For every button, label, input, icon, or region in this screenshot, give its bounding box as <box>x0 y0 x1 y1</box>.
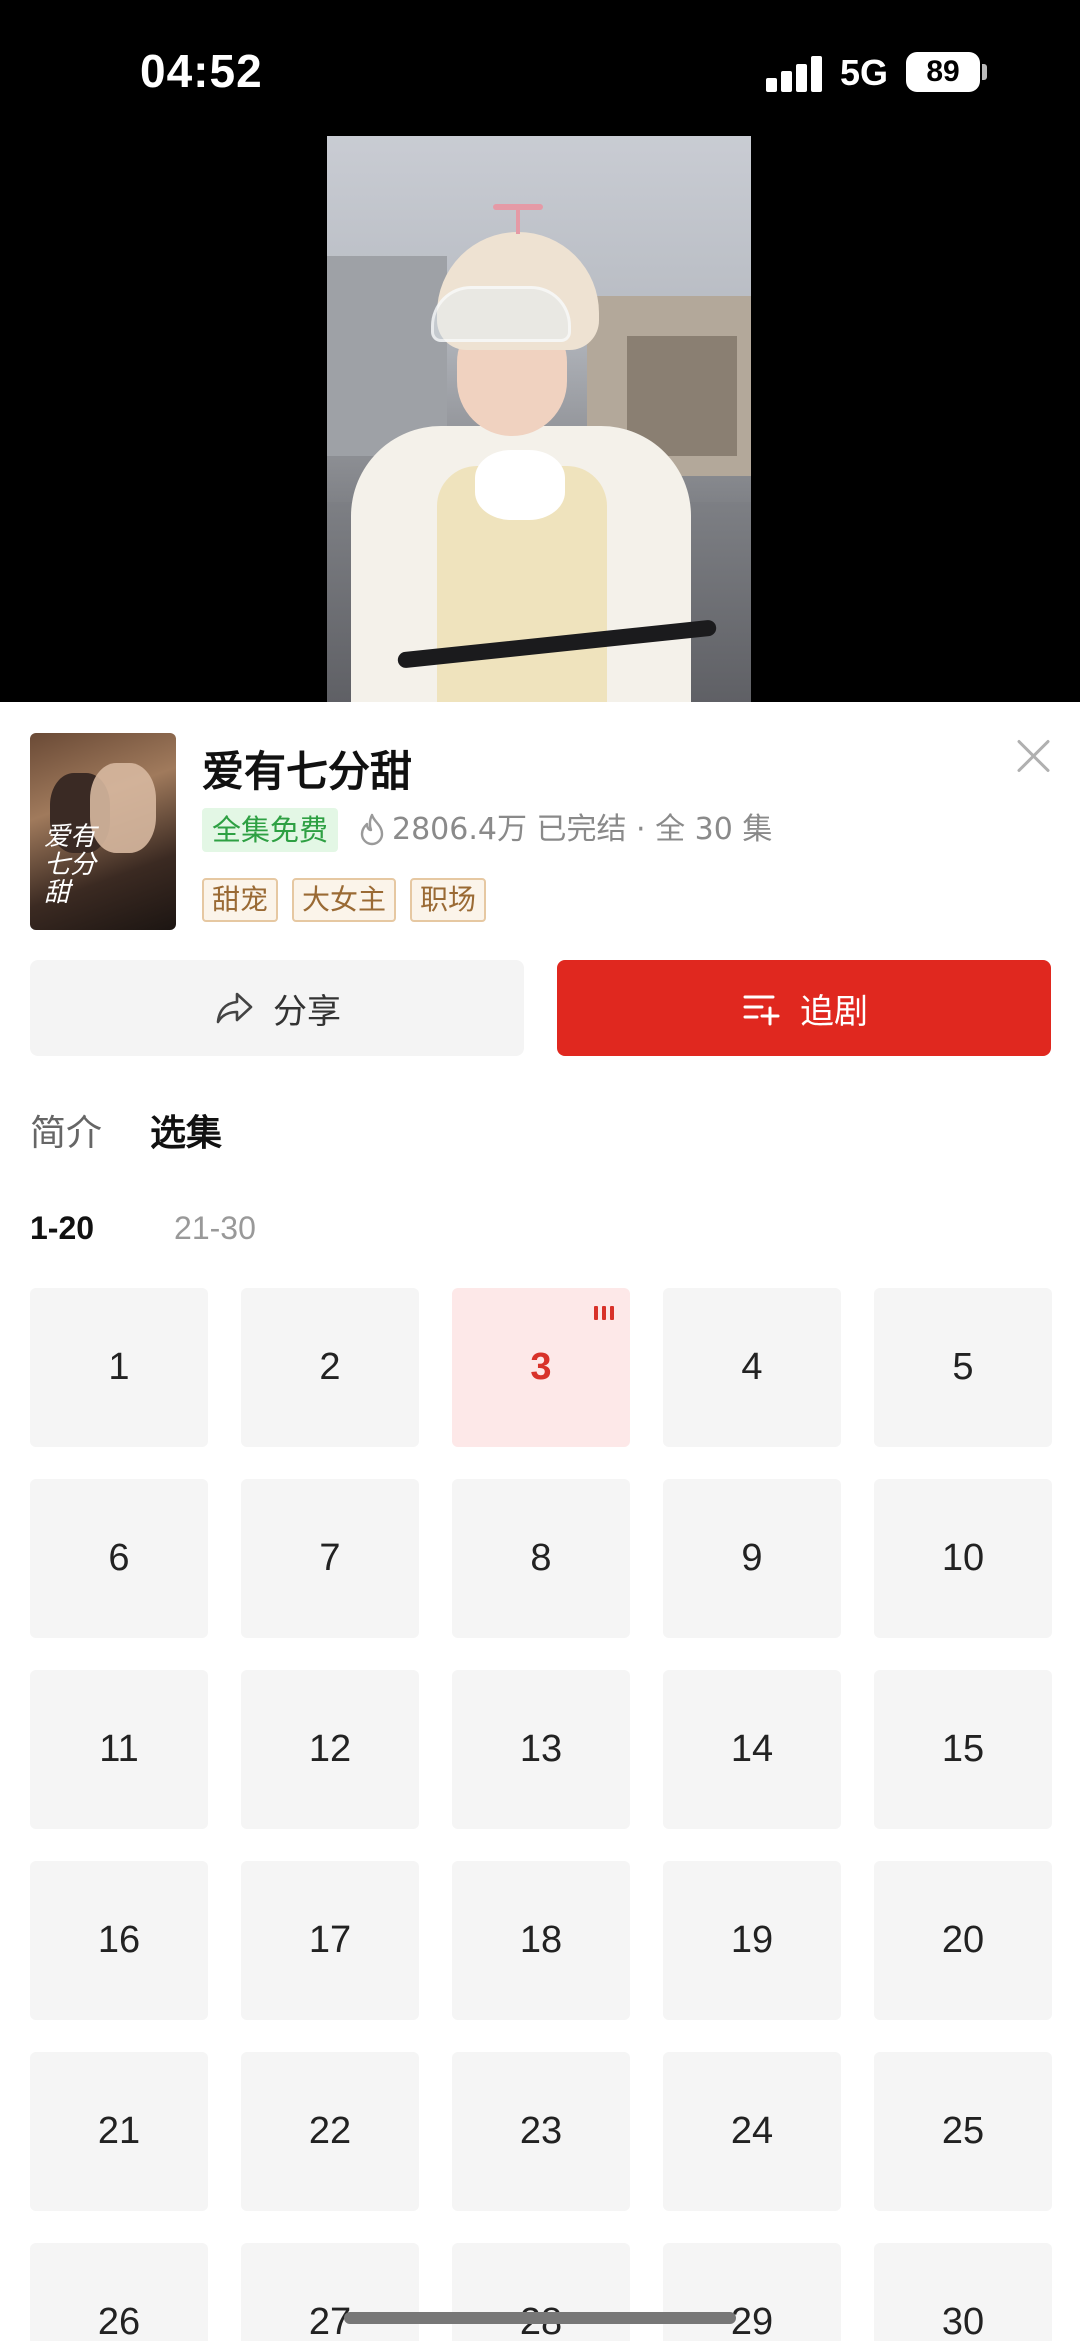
video-player[interactable]: 04:52 5G 89 <box>0 0 1080 702</box>
fire-icon <box>360 813 384 846</box>
episode-button[interactable]: 15 <box>874 1670 1052 1829</box>
episode-button[interactable]: 13 <box>452 1670 630 1829</box>
episode-button[interactable]: 1 <box>30 1288 208 1447</box>
tab-episodes[interactable]: 选集 <box>150 1104 222 1156</box>
drama-detail-sheet: 爱有七分甜 爱有七分甜 全集免费 2806.4万 已完结 · 全 30 集 甜宠… <box>0 702 1080 2341</box>
episode-button[interactable]: 17 <box>241 1861 419 2020</box>
episode-number: 13 <box>519 1728 563 1770</box>
episode-number: 17 <box>308 1919 352 1961</box>
episode-number: 30 <box>941 2301 985 2341</box>
tag-item[interactable]: 大女主 <box>292 878 397 922</box>
episode-button[interactable]: 6 <box>30 1479 208 1638</box>
episode-number: 24 <box>730 2110 774 2152</box>
tab-intro[interactable]: 简介 <box>30 1104 102 1156</box>
episode-number: 21 <box>97 2110 141 2152</box>
drama-title: 爱有七分甜 <box>202 747 413 796</box>
home-indicator[interactable] <box>344 2312 736 2324</box>
episode-button-current[interactable]: 3 <box>452 1288 630 1447</box>
battery-tip <box>982 64 987 80</box>
episode-button[interactable]: 30 <box>874 2243 1052 2341</box>
signal-icon <box>766 56 824 92</box>
battery-icon: 89 <box>906 52 980 92</box>
episode-button[interactable]: 16 <box>30 1861 208 2020</box>
episode-button[interactable]: 14 <box>663 1670 841 1829</box>
episode-button[interactable]: 27 <box>241 2243 419 2341</box>
episode-number: 5 <box>952 1346 974 1388</box>
episode-number: 11 <box>99 1728 139 1770</box>
episode-button[interactable]: 25 <box>874 2052 1052 2211</box>
episode-number: 15 <box>941 1728 985 1770</box>
episode-button[interactable]: 24 <box>663 2052 841 2211</box>
episode-number: 18 <box>519 1919 563 1961</box>
close-icon[interactable] <box>1010 732 1058 780</box>
episode-number: 22 <box>308 2110 352 2152</box>
share-label: 分享 <box>273 991 341 1032</box>
episode-number: 26 <box>97 2301 141 2341</box>
episode-button[interactable]: 29 <box>663 2243 841 2341</box>
episode-number: 10 <box>941 1537 985 1579</box>
episode-number: 1 <box>108 1346 130 1388</box>
episode-number: 16 <box>97 1919 141 1961</box>
share-arrow-icon <box>216 992 253 1024</box>
episode-button[interactable]: 26 <box>30 2243 208 2341</box>
tag-item[interactable]: 甜宠 <box>202 878 279 922</box>
episode-button[interactable]: 9 <box>663 1479 841 1638</box>
episode-button[interactable]: 2 <box>241 1288 419 1447</box>
range-tab[interactable]: 21-30 <box>174 1210 256 1247</box>
status-time: 04:52 <box>140 45 263 97</box>
episode-button[interactable]: 23 <box>452 2052 630 2211</box>
episode-number: 29 <box>730 2301 774 2341</box>
episode-number: 9 <box>741 1537 763 1579</box>
episode-number: 12 <box>308 1728 352 1770</box>
episode-number: 8 <box>530 1537 552 1579</box>
video-frame[interactable] <box>327 136 751 702</box>
tag-list: 甜宠 大女主 职场 <box>202 878 487 922</box>
episode-button[interactable]: 19 <box>663 1861 841 2020</box>
episode-number: 4 <box>741 1346 763 1388</box>
episode-button[interactable]: 7 <box>241 1479 419 1638</box>
episode-button[interactable]: 20 <box>874 1861 1052 2020</box>
free-badge: 全集免费 <box>202 808 339 852</box>
episode-button[interactable]: 21 <box>30 2052 208 2211</box>
poster-title: 爱有七分甜 <box>44 822 97 908</box>
episode-number: 20 <box>941 1919 985 1961</box>
episode-button[interactable]: 8 <box>452 1479 630 1638</box>
episode-button[interactable]: 22 <box>241 2052 419 2211</box>
follow-drama-button[interactable]: 追剧 <box>557 960 1051 1056</box>
episode-button[interactable]: 18 <box>452 1861 630 2020</box>
add-to-list-icon <box>743 995 780 1026</box>
episode-number: 25 <box>941 2110 985 2152</box>
episode-number: 7 <box>319 1537 341 1579</box>
episode-number: 14 <box>730 1728 774 1770</box>
detail-tabs: 简介 选集 <box>30 1104 222 1156</box>
episode-number: 6 <box>108 1537 130 1579</box>
episode-button[interactable]: 11 <box>30 1670 208 1829</box>
network-type: 5G <box>840 52 889 93</box>
episode-grid: 1 2 3 4 5 6 7 8 9 10 11 12 13 14 15 16 17 18 19 20 21 22 23 24 2… <box>30 1288 1052 2341</box>
episode-button[interactable]: 4 <box>663 1288 841 1447</box>
episode-button[interactable]: 5 <box>874 1288 1052 1447</box>
range-tab[interactable]: 1-20 <box>30 1210 94 1247</box>
tag-item[interactable]: 职场 <box>410 878 487 922</box>
episode-number: 3 <box>530 1346 552 1388</box>
episode-button[interactable]: 12 <box>241 1670 419 1829</box>
episode-range-tabs: 1-20 21-30 <box>30 1210 256 1247</box>
episode-number: 2 <box>319 1346 341 1388</box>
episode-button[interactable]: 28 <box>452 2243 630 2341</box>
episode-button[interactable]: 10 <box>874 1479 1052 1638</box>
status-bar: 04:52 5G 89 <box>0 0 1080 140</box>
drama-poster[interactable]: 爱有七分甜 <box>30 733 176 930</box>
follow-label: 追剧 <box>800 991 868 1032</box>
drama-meta: 2806.4万 已完结 · 全 30 集 <box>392 812 773 847</box>
playing-bars-icon <box>594 1302 618 1320</box>
episode-number: 19 <box>730 1919 774 1961</box>
episode-number: 23 <box>519 2110 563 2152</box>
share-button[interactable]: 分享 <box>30 960 524 1056</box>
